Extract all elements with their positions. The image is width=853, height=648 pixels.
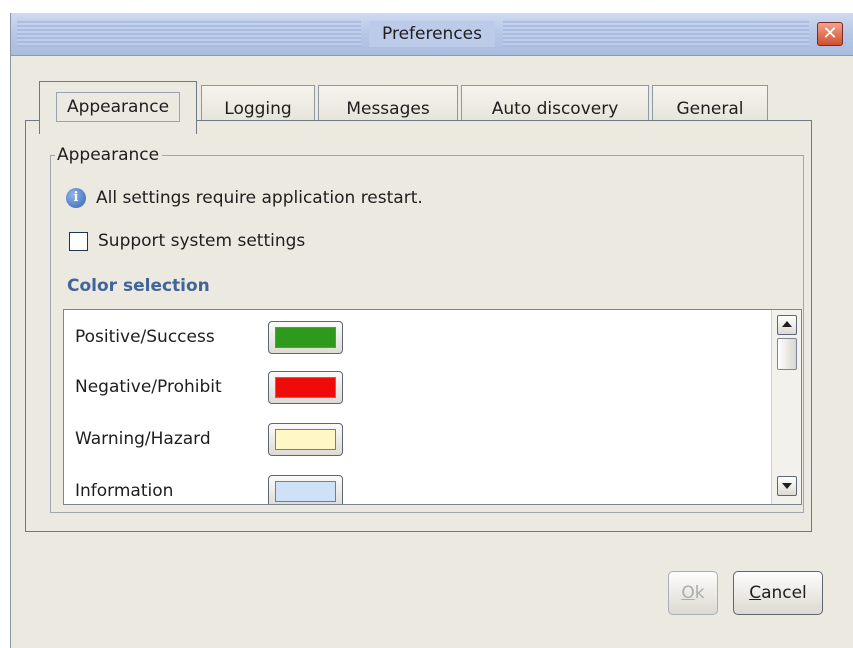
tab-appearance[interactable]: Appearance: [39, 81, 197, 134]
close-icon: ✕: [822, 23, 838, 44]
cancel-label-rest: ancel: [761, 583, 807, 603]
color-label: Information: [75, 481, 174, 501]
color-swatch: [275, 481, 336, 502]
vertical-scrollbar[interactable]: [771, 310, 801, 504]
scroll-thumb[interactable]: [777, 338, 797, 370]
tab-label: Appearance: [55, 92, 181, 122]
ok-button[interactable]: Ok: [668, 571, 718, 615]
ok-mnemonic: O: [681, 583, 695, 603]
warning-color-button[interactable]: [268, 423, 343, 456]
scroll-down-arrow-icon[interactable]: [777, 476, 797, 496]
color-label: Negative/Prohibit: [75, 377, 222, 397]
color-swatch: [275, 377, 336, 398]
scroll-up-arrow-icon[interactable]: [777, 315, 797, 335]
tab-label: General: [676, 99, 744, 119]
info-icon: i: [66, 188, 86, 208]
tab-label: Messages: [346, 99, 430, 119]
color-row-positive: Positive/Success: [64, 317, 764, 357]
color-swatch: [275, 327, 336, 348]
appearance-group-title: Appearance: [55, 144, 163, 166]
color-selection-title: Color selection: [67, 276, 210, 296]
cancel-button[interactable]: Cancel: [733, 571, 823, 615]
ok-label-rest: k: [694, 583, 705, 603]
window-title: Preferences: [369, 21, 495, 47]
tab-label: Logging: [224, 99, 292, 119]
close-button[interactable]: ✕: [817, 22, 843, 46]
tab-label: Auto discovery: [491, 99, 619, 119]
color-row-information: Information: [64, 471, 764, 504]
color-row-warning: Warning/Hazard: [64, 419, 764, 459]
color-row-negative: Negative/Prohibit: [64, 367, 764, 407]
support-system-settings-label[interactable]: Support system settings: [98, 229, 305, 253]
positive-color-button[interactable]: [268, 321, 343, 354]
title-bar[interactable]: Preferences ✕: [11, 13, 853, 56]
negative-color-button[interactable]: [268, 371, 343, 404]
color-selection-list[interactable]: Positive/Success Negative/Prohibit Warni…: [63, 309, 802, 505]
support-system-settings-checkbox[interactable]: [69, 232, 88, 251]
color-label: Positive/Success: [75, 327, 215, 347]
information-color-button[interactable]: [268, 475, 343, 504]
color-label: Warning/Hazard: [75, 429, 211, 449]
color-swatch: [275, 429, 336, 450]
restart-notice-text: All settings require application restart…: [96, 188, 423, 208]
cancel-mnemonic: C: [749, 583, 762, 603]
